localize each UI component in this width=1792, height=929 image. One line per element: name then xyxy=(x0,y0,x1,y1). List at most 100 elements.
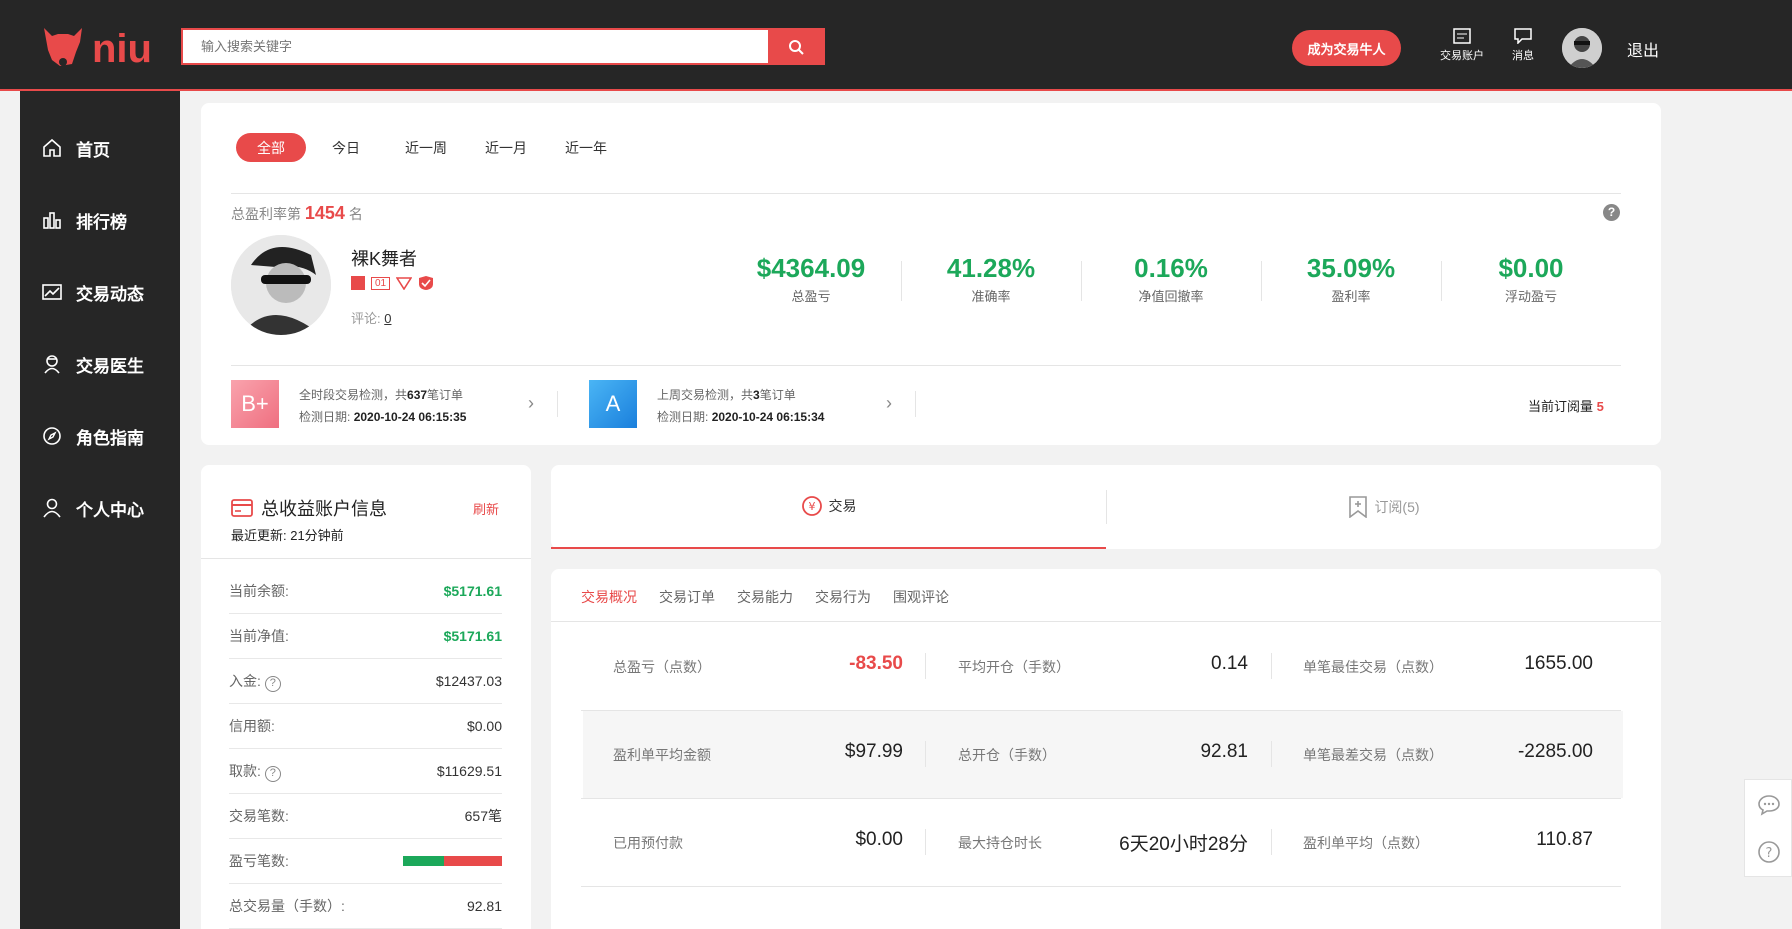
cell-value: -2285.00 xyxy=(1517,741,1593,762)
search-button[interactable] xyxy=(768,30,823,63)
grade-badge-week: A xyxy=(589,380,637,428)
profile-avatar[interactable] xyxy=(231,235,331,335)
win-bar xyxy=(403,856,444,866)
cell-value: 6天20小时28分 xyxy=(1119,834,1248,855)
svg-text:¥: ¥ xyxy=(808,500,815,513)
niu-logo[interactable]: niu xyxy=(38,20,168,71)
badges: 01 xyxy=(351,275,434,291)
stat-label: 净值回撤率 xyxy=(1138,289,1204,304)
sidebar-item-personal[interactable]: 个人中心 xyxy=(20,488,180,528)
filter-today[interactable]: 今日 xyxy=(311,133,381,162)
subtab-ability[interactable]: 交易能力 xyxy=(737,587,793,607)
check-date: 2020-10-24 06:15:34 xyxy=(711,410,825,424)
row-key: 盈亏笔数: xyxy=(229,853,289,869)
feedback-button[interactable] xyxy=(1757,794,1781,819)
check-prefix: 全时段交易检测，共 xyxy=(299,388,408,402)
svg-text:?: ? xyxy=(1766,846,1773,861)
stat-value: 0.16% xyxy=(1134,253,1208,283)
win-loss-bar xyxy=(403,856,502,866)
sidebar-item-guide[interactable]: 角色指南 xyxy=(20,416,180,456)
cell-key: 最大持仓时长 xyxy=(958,835,1042,851)
help-icon[interactable]: ? xyxy=(1603,204,1620,221)
comments-label: 评论: xyxy=(351,311,381,326)
divider xyxy=(1271,829,1272,855)
messages-button[interactable]: 消息 xyxy=(1512,28,1534,63)
sidebar-item-dynamics[interactable]: 交易动态 xyxy=(20,272,180,312)
subtab-behavior[interactable]: 交易行为 xyxy=(815,587,871,607)
row-key: 总交易量（手数）: xyxy=(229,898,345,914)
overview-card: 交易概况 交易订单 交易能力 交易行为 围观评论 总盈亏（点数） -83.50 … xyxy=(551,569,1661,929)
floating-toolbar: ? xyxy=(1744,779,1792,877)
stat-drawdown: 0.16% 净值回撤率 xyxy=(1081,253,1261,305)
stat-value: $0.00 xyxy=(1498,253,1564,283)
row-value: $5171.61 xyxy=(443,583,502,599)
sidebar-item-home[interactable]: 首页 xyxy=(20,128,180,168)
check-week-text: 上周交易检测，共3笔订单 检测日期: 2020-10-24 06:15:34 xyxy=(657,386,824,425)
account-row-deposit: 入金: ? $12437.03 xyxy=(229,659,502,704)
row-key: 取款: xyxy=(229,762,261,779)
sidebar-item-ranking[interactable]: 排行榜 xyxy=(20,200,180,240)
trader-name: 裸K舞者 xyxy=(351,249,418,269)
stat-total-profit: $4364.09 总盈亏 xyxy=(721,253,901,305)
filter-month[interactable]: 近一月 xyxy=(471,133,541,162)
subtab-overview[interactable]: 交易概况 xyxy=(581,587,637,607)
sidebar-item-doctor[interactable]: 交易医生 xyxy=(20,344,180,384)
divider xyxy=(925,829,926,855)
tab-subscribe[interactable]: 订阅(5) xyxy=(1107,465,1661,549)
subtab-orders[interactable]: 交易订单 xyxy=(659,587,715,607)
subscriber-label: 当前订阅量 xyxy=(1528,399,1594,414)
help-icon[interactable]: ? xyxy=(264,675,281,692)
level-badge: 01 xyxy=(371,276,391,290)
user-avatar[interactable] xyxy=(1562,28,1602,68)
chevron-right-icon[interactable]: › xyxy=(528,393,534,414)
divider xyxy=(915,391,916,417)
cell-value: 0.14 xyxy=(1211,653,1248,674)
logout-link[interactable]: 退出 xyxy=(1627,37,1659,61)
stat-floating: $0.00 浮动盈亏 xyxy=(1441,253,1621,305)
sidebar-item-label: 首页 xyxy=(76,140,110,160)
comments-count[interactable]: 0 xyxy=(384,311,391,326)
grade-badge-all: B+ xyxy=(231,380,279,428)
sidebar-item-label: 角色指南 xyxy=(76,428,144,448)
cell-value: $0.00 xyxy=(855,829,903,850)
verified-icon xyxy=(396,277,413,290)
search-icon xyxy=(788,39,804,55)
cell-key: 单笔最差交易（点数） xyxy=(1303,747,1443,763)
account-title-text: 总收益账户信息 xyxy=(261,499,387,519)
divider xyxy=(925,741,926,767)
tab-trade[interactable]: ¥ 交易 xyxy=(551,465,1106,549)
stat-value: 35.09% xyxy=(1306,253,1396,283)
chevron-right-icon[interactable]: › xyxy=(886,393,892,414)
filter-all[interactable]: 全部 xyxy=(236,133,306,162)
profile-card: 全部 今日 近一周 近一月 近一年 总盈利率第 1454 名 ? 裸K舞者 01… xyxy=(201,103,1661,445)
messages-label: 消息 xyxy=(1512,50,1534,62)
cell-value: -83.50 xyxy=(849,653,903,674)
search-input[interactable] xyxy=(183,30,763,63)
bookmark-add-icon xyxy=(1349,496,1368,518)
become-trader-button[interactable]: 成为交易牛人 xyxy=(1292,30,1401,66)
user-icon xyxy=(43,498,61,518)
filter-year[interactable]: 近一年 xyxy=(551,133,621,162)
stat-value: 41.28% xyxy=(946,253,1036,283)
subscriber-value: 5 xyxy=(1596,399,1604,414)
divider xyxy=(201,558,531,559)
account-icon xyxy=(1453,28,1471,44)
help-icon[interactable]: ? xyxy=(264,765,281,782)
cell-value: 1655.00 xyxy=(1524,653,1593,674)
row-key: 交易笔数: xyxy=(229,808,289,824)
refresh-link[interactable]: 刷新 xyxy=(473,499,499,518)
check-date: 2020-10-24 06:15:35 xyxy=(353,410,467,424)
compass-icon xyxy=(43,427,61,445)
trade-account-button[interactable]: 交易账户 xyxy=(1440,28,1484,63)
filter-week[interactable]: 近一周 xyxy=(391,133,461,162)
sidebar-item-label: 交易动态 xyxy=(76,284,144,304)
search-box xyxy=(181,28,825,65)
subtab-comments[interactable]: 围观评论 xyxy=(893,587,949,607)
yen-icon: ¥ xyxy=(801,496,822,516)
rank-prefix: 总盈利率第 xyxy=(231,206,301,222)
top-bar: niu 成为交易牛人 交易账户 消息 退出 xyxy=(0,0,1792,91)
help-button[interactable]: ? xyxy=(1757,840,1781,867)
account-row-trades: 交易笔数: 657笔 xyxy=(229,794,502,839)
stat-label: 盈利率 xyxy=(1331,289,1371,304)
divider xyxy=(231,365,1621,366)
